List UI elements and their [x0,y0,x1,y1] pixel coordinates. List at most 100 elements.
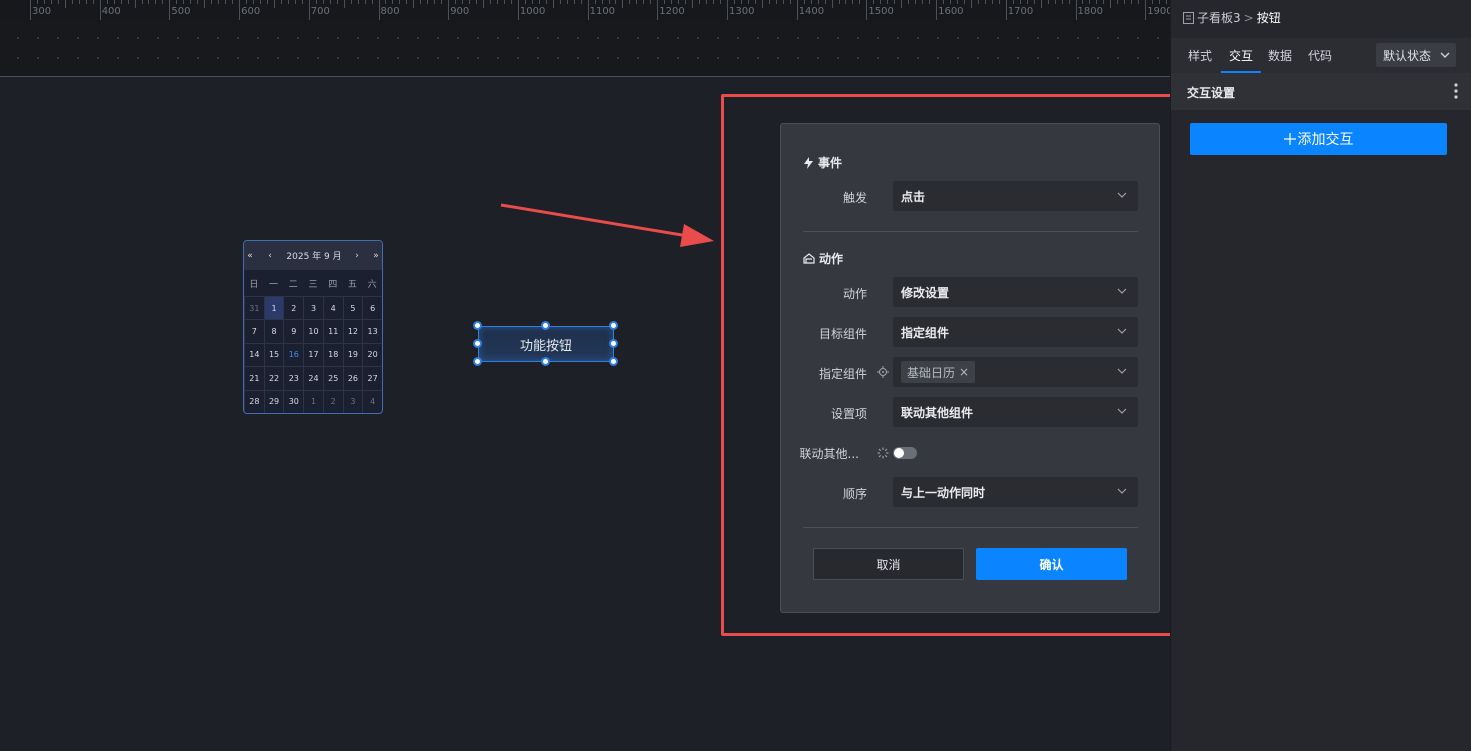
ruler-tick [92,0,94,4]
calendar-day[interactable]: 18 [322,342,343,367]
order-label: 顺序 [842,487,867,501]
ruler-tick [943,0,945,4]
calendar-day[interactable]: 4 [362,389,382,413]
calendar-day[interactable]: 22 [263,366,284,390]
ruler-tick [1110,0,1112,8]
calendar-day[interactable]: 2 [322,389,343,413]
calendar-day[interactable]: 15 [263,342,284,367]
calendar-day[interactable]: 11 [322,319,343,343]
action-select[interactable]: 修改设置 [893,277,1138,307]
tab-interaction[interactable]: 交互 [1229,47,1253,64]
tab-style[interactable]: 样式 [1188,47,1212,64]
ruler-tick [894,0,896,4]
order-select[interactable]: 与上一动作同时 [893,477,1138,507]
ruler-tick [434,0,436,4]
ruler-tick [629,0,631,4]
ruler-tick [218,0,220,4]
ruler-tick [322,0,324,4]
ruler-tick [455,0,457,4]
calendar-day[interactable]: 12 [342,319,363,343]
calendar-widget[interactable]: « ‹ 2025 年 9 月 › » 日一二三四五六 31 1 2 3 4 5 6 7 8 9 10… [243,240,383,414]
calendar-day[interactable]: 31 [244,296,264,320]
add-interaction-button[interactable]: 添加交互 [1190,123,1447,155]
ruler-tick [929,0,931,4]
ruler-tick [30,0,31,20]
resize-handle[interactable] [473,321,482,330]
more-vertical-icon[interactable] [1454,83,1458,99]
resize-handle[interactable] [541,321,550,330]
ruler-tick [657,0,659,20]
calendar-day[interactable]: 5 [342,296,363,320]
ruler-tick [253,0,255,4]
ruler-tick [392,0,394,4]
setting-item-select[interactable]: 联动其他组件 [893,397,1138,427]
calendar-day[interactable]: 6 [362,296,382,320]
next-month-icon[interactable]: › [344,251,370,261]
prev-month-icon[interactable]: ‹ [256,251,284,261]
calendar-day[interactable]: 28 [244,389,264,413]
trigger-select[interactable]: 点击 [893,181,1138,211]
locate-icon[interactable] [877,366,889,378]
ruler-tick [991,0,993,4]
calendar-day[interactable]: 1 [263,296,284,320]
cancel-button[interactable]: 取消 [813,548,964,580]
ruler-tick [747,0,749,4]
calendar-day[interactable]: 24 [303,366,323,390]
calendar-day[interactable]: 17 [303,342,323,367]
link-other-toggle[interactable] [893,447,917,459]
calendar-day[interactable]: 23 [283,366,304,390]
ruler-tick [462,0,464,4]
confirm-button[interactable]: 确认 [976,548,1127,580]
calendar-day[interactable]: 19 [342,342,363,367]
ruler-tick [120,0,122,4]
calendar-day[interactable]: 13 [362,319,382,343]
ruler-tick [427,0,429,4]
ruler-tick [490,0,492,4]
specified-component-select[interactable]: 基础日历 × [893,357,1138,387]
calendar-day[interactable]: 21 [244,366,264,390]
calendar-day[interactable]: 9 [283,319,304,343]
calendar-day[interactable]: 1 [303,389,323,413]
chevron-down-icon [1117,368,1127,374]
calendar-day[interactable]: 30 [283,389,304,413]
calendar-day[interactable]: 26 [342,366,363,390]
calendar-day[interactable]: 16 [283,342,304,367]
tab-data[interactable]: 数据 [1268,47,1292,64]
calendar-day[interactable]: 10 [303,319,323,343]
next-year-icon[interactable]: » [370,251,382,261]
ruler-tick [615,0,617,4]
calendar-day[interactable]: 27 [362,366,382,390]
calendar-day[interactable]: 25 [322,366,343,390]
tab-code[interactable]: 代码 [1308,47,1332,64]
action-label: 动作 [842,287,867,301]
calendar-day[interactable]: 4 [322,296,343,320]
ruler-tick [803,0,805,4]
target-component-select[interactable]: 指定组件 [893,317,1138,347]
resize-handle[interactable] [473,339,482,348]
section-divider [803,527,1138,528]
resize-handle[interactable] [609,339,618,348]
calendar-day[interactable]: 14 [244,342,264,367]
prev-year-icon[interactable]: « [244,251,256,261]
resize-handle[interactable] [609,357,618,366]
ruler-tick [601,0,603,4]
calendar-day[interactable]: 2 [283,296,304,320]
resize-handle[interactable] [541,357,550,366]
resize-handle[interactable] [609,321,618,330]
chevron-down-icon [1117,408,1127,414]
ruler-tick [594,0,596,4]
ruler-tick [901,0,903,8]
calendar-day[interactable]: 29 [263,389,284,413]
ruler-tick [1026,0,1028,4]
calendar-day[interactable]: 3 [342,389,363,413]
resize-handle[interactable] [473,357,482,366]
tag-close-icon[interactable]: × [959,365,969,379]
calendar-day[interactable]: 8 [263,319,284,343]
state-select[interactable]: 默认状态 [1376,43,1456,67]
breadcrumb-parent[interactable]: 子看板3 [1197,9,1241,26]
ruler-tick [141,0,143,4]
ruler-tick [1117,0,1119,4]
calendar-day[interactable]: 7 [244,319,264,343]
calendar-day[interactable]: 3 [303,296,323,320]
calendar-day[interactable]: 20 [362,342,382,367]
